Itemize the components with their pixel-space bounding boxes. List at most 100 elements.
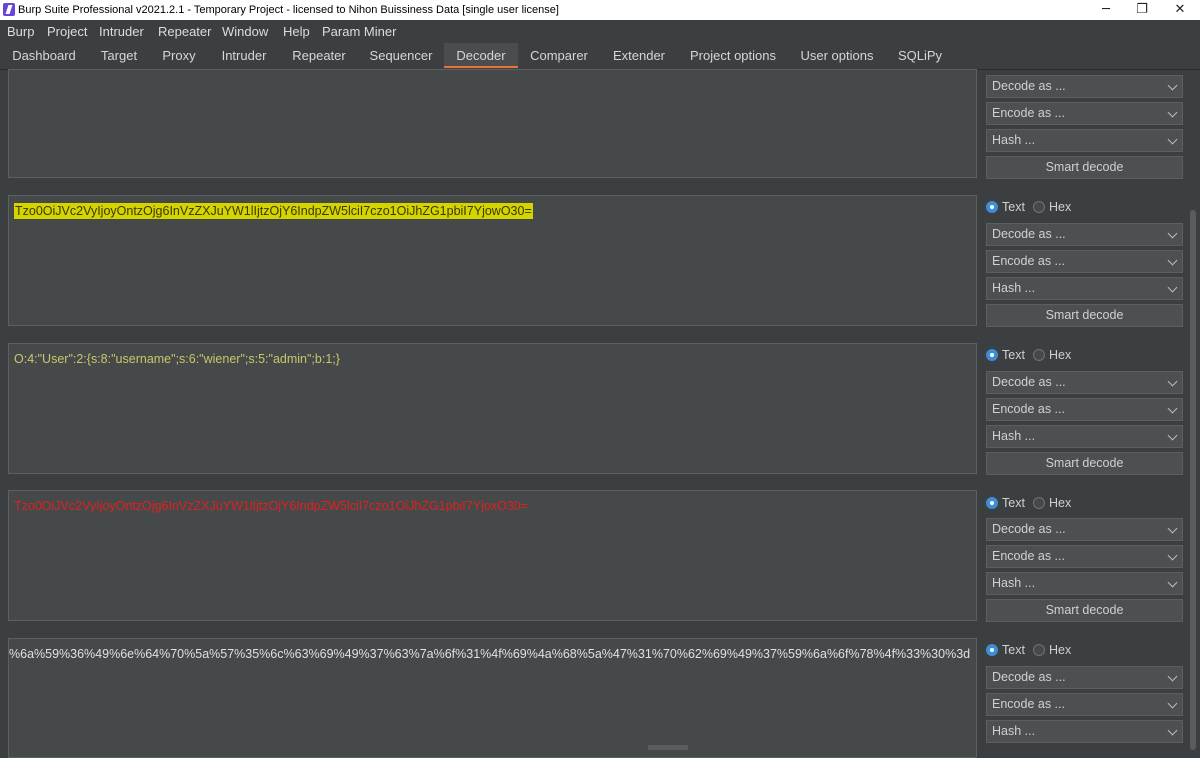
menu-window[interactable]: Window [222, 24, 268, 39]
encode-as-label: Encode as ... [992, 254, 1065, 268]
smart-decode-button-1[interactable]: Smart decode [986, 156, 1183, 179]
window-title: Burp Suite Professional v2021.2.1 - Temp… [18, 4, 559, 16]
decode-as-label: Decode as ... [992, 375, 1066, 389]
decoder-text-2: Tzo0OiJVc2VyIjoyOntzOjg6InVzZXJuYW1lIjtz… [14, 203, 533, 219]
encode-as-select-5[interactable]: Encode as ... [986, 693, 1183, 716]
hash-label: Hash ... [992, 133, 1036, 147]
vertical-scrollbar[interactable] [1187, 70, 1200, 750]
decoder-text-3: O:4:"User":2:{s:8:"username";s:6:"wiener… [14, 352, 340, 366]
chevron-down-icon [1167, 255, 1178, 266]
tab-proxy[interactable]: Proxy [150, 43, 208, 68]
decoder-panel-5[interactable]: %6a%59%36%49%6e%64%70%5a%57%35%6c%63%69%… [8, 638, 977, 758]
chevron-down-icon [1167, 403, 1178, 414]
tab-sequencer[interactable]: Sequencer [358, 43, 444, 68]
menu-project[interactable]: Project [47, 24, 87, 39]
tab-intruder[interactable]: Intruder [208, 43, 280, 68]
chevron-down-icon [1167, 80, 1178, 91]
hex-radio-label: Hex [1049, 643, 1072, 657]
chevron-down-icon [1167, 107, 1178, 118]
hex-radio-2[interactable] [1033, 201, 1045, 213]
hex-radio-3[interactable] [1033, 349, 1045, 361]
tab-user-options[interactable]: User options [788, 43, 886, 68]
decode-as-select-5[interactable]: Decode as ... [986, 666, 1183, 689]
encode-as-select-3[interactable]: Encode as ... [986, 398, 1183, 421]
decoder-text-4: Tzo0OiJVc2VyIjoyOntzOjg6InVzZXJuYW1lIjtz… [14, 499, 528, 513]
decoder-panel-1[interactable] [8, 69, 977, 178]
encode-as-select-2[interactable]: Encode as ... [986, 250, 1183, 273]
text-radio-4[interactable] [986, 497, 998, 509]
tab-repeater[interactable]: Repeater [280, 43, 358, 68]
hash-select-2[interactable]: Hash ... [986, 277, 1183, 300]
chevron-down-icon [1167, 430, 1178, 441]
chevron-down-icon [1167, 577, 1178, 588]
text-radio-2[interactable] [986, 201, 998, 213]
encode-as-label: Encode as ... [992, 402, 1065, 416]
hash-label: Hash ... [992, 724, 1036, 738]
tab-dashboard[interactable]: Dashboard [0, 43, 88, 68]
chevron-down-icon [1167, 376, 1178, 387]
hex-radio-label: Hex [1049, 496, 1072, 510]
text-radio-label: Text [1002, 200, 1025, 214]
decode-as-select-1[interactable]: Decode as ... [986, 75, 1183, 98]
restore-icon[interactable]: ❐ [1124, 0, 1160, 20]
chevron-down-icon [1167, 523, 1178, 534]
chevron-down-icon [1167, 282, 1178, 293]
smart-decode-button-3[interactable]: Smart decode [986, 452, 1183, 475]
menu-help[interactable]: Help [283, 24, 310, 39]
horizontal-scrollbar-thumb[interactable] [648, 745, 688, 750]
decode-as-select-2[interactable]: Decode as ... [986, 223, 1183, 246]
hex-radio-label: Hex [1049, 200, 1072, 214]
menu-intruder[interactable]: Intruder [99, 24, 144, 39]
tab-target[interactable]: Target [88, 43, 150, 68]
decode-as-select-4[interactable]: Decode as ... [986, 518, 1183, 541]
text-radio-label: Text [1002, 496, 1025, 510]
decoder-panel-4[interactable]: Tzo0OiJVc2VyIjoyOntzOjg6InVzZXJuYW1lIjtz… [8, 490, 977, 621]
tab-project-options[interactable]: Project options [678, 43, 788, 68]
chevron-down-icon [1167, 698, 1178, 709]
decode-as-label: Decode as ... [992, 522, 1066, 536]
chevron-down-icon [1167, 671, 1178, 682]
chevron-down-icon [1167, 228, 1178, 239]
decode-as-label: Decode as ... [992, 227, 1066, 241]
burp-logo-icon [3, 3, 15, 16]
chevron-down-icon [1167, 725, 1178, 736]
tab-comparer[interactable]: Comparer [518, 43, 600, 68]
hex-radio-5[interactable] [1033, 644, 1045, 656]
hash-select-5[interactable]: Hash ... [986, 720, 1183, 743]
hash-select-3[interactable]: Hash ... [986, 425, 1183, 448]
decode-as-select-3[interactable]: Decode as ... [986, 371, 1183, 394]
encode-as-label: Encode as ... [992, 106, 1065, 120]
text-radio-3[interactable] [986, 349, 998, 361]
main-tab-bar: Dashboard Target Proxy Intruder Repeater… [0, 43, 1200, 70]
menu-burp[interactable]: Burp [7, 24, 34, 39]
chevron-down-icon [1167, 134, 1178, 145]
tab-sqlipy[interactable]: SQLiPy [886, 43, 954, 68]
decode-as-label: Decode as ... [992, 670, 1066, 684]
minimize-icon[interactable]: ─ [1088, 0, 1124, 20]
encode-as-label: Encode as ... [992, 549, 1065, 563]
hash-label: Hash ... [992, 576, 1036, 590]
decoder-panel-2[interactable]: Tzo0OiJVc2VyIjoyOntzOjg6InVzZXJuYW1lIjtz… [8, 195, 977, 326]
tab-extender[interactable]: Extender [600, 43, 678, 68]
hash-select-1[interactable]: Hash ... [986, 129, 1183, 152]
chevron-down-icon [1167, 550, 1178, 561]
hash-select-4[interactable]: Hash ... [986, 572, 1183, 595]
menu-repeater[interactable]: Repeater [158, 24, 211, 39]
text-radio-label: Text [1002, 643, 1025, 657]
encode-as-select-4[interactable]: Encode as ... [986, 545, 1183, 568]
scrollbar-thumb[interactable] [1190, 210, 1196, 750]
menu-bar: Burp Project Intruder Repeater Window He… [0, 20, 1200, 43]
decoder-panel-3[interactable]: O:4:"User":2:{s:8:"username";s:6:"wiener… [8, 343, 977, 474]
hex-radio-4[interactable] [1033, 497, 1045, 509]
decode-as-label: Decode as ... [992, 79, 1066, 93]
menu-param-miner[interactable]: Param Miner [322, 24, 396, 39]
smart-decode-button-2[interactable]: Smart decode [986, 304, 1183, 327]
hex-radio-label: Hex [1049, 348, 1072, 362]
encode-as-select-1[interactable]: Encode as ... [986, 102, 1183, 125]
window-title-bar: Burp Suite Professional v2021.2.1 - Temp… [0, 0, 1200, 20]
tab-decoder[interactable]: Decoder [444, 43, 518, 68]
text-radio-5[interactable] [986, 644, 998, 656]
smart-decode-button-4[interactable]: Smart decode [986, 599, 1183, 622]
close-icon[interactable]: ✕ [1162, 0, 1198, 20]
hash-label: Hash ... [992, 281, 1036, 295]
